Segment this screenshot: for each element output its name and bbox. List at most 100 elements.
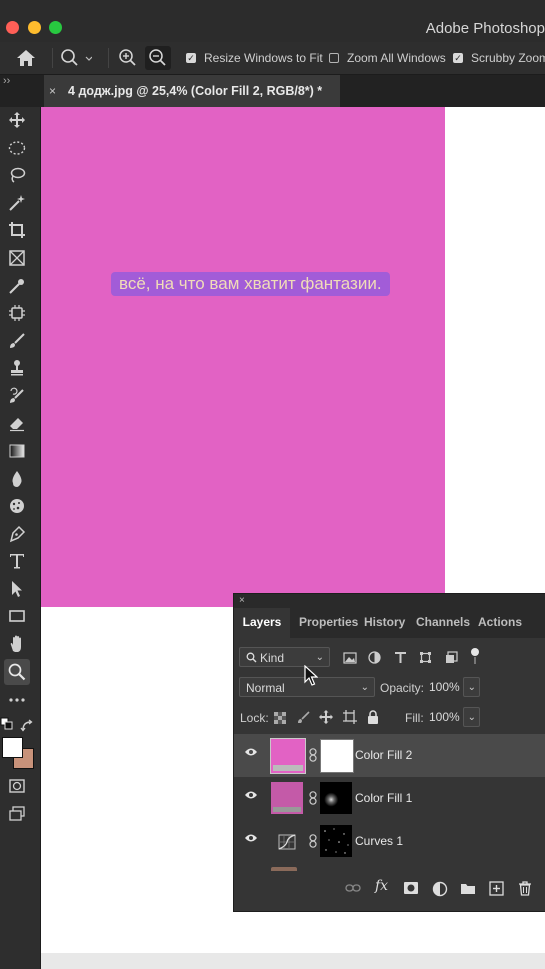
eyedropper-tool[interactable] bbox=[4, 273, 30, 299]
new-layer-icon[interactable] bbox=[489, 881, 504, 896]
rectangle-tool[interactable] bbox=[4, 603, 30, 629]
edit-toolbar-button[interactable] bbox=[4, 687, 30, 713]
layer-row-color-fill-2[interactable]: Color Fill 2 bbox=[234, 734, 545, 777]
adjustment-layer-filter-icon[interactable] bbox=[368, 651, 381, 664]
layer-row-color-fill-1[interactable]: Color Fill 1 bbox=[234, 777, 545, 820]
bottom-strip bbox=[0, 953, 545, 969]
zoom-tool-preset-picker[interactable] bbox=[60, 42, 92, 74]
path-selection-tool[interactable] bbox=[4, 576, 30, 602]
gradient-tool[interactable] bbox=[4, 438, 30, 464]
filter-kind-dropdown[interactable]: Kind ⌄ bbox=[239, 647, 330, 667]
window-close-button[interactable] bbox=[6, 21, 19, 34]
link-chain-icon[interactable] bbox=[309, 791, 317, 805]
lock-pixels-icon[interactable] bbox=[297, 711, 310, 724]
chevron-down-icon: ⌄ bbox=[360, 682, 369, 693]
history-brush-tool[interactable] bbox=[4, 383, 30, 409]
collapse-toolbar-icon[interactable]: ›› bbox=[3, 75, 10, 87]
layer-row-curves-1[interactable]: Curves 1 bbox=[234, 820, 545, 863]
new-group-folder-icon[interactable] bbox=[460, 881, 476, 895]
blur-icon bbox=[12, 471, 22, 487]
link-layers-icon[interactable] bbox=[345, 881, 361, 895]
add-mask-icon[interactable] bbox=[403, 881, 419, 895]
magic-wand-icon bbox=[9, 195, 25, 211]
pixel-layer-filter-icon[interactable] bbox=[343, 652, 357, 664]
tab-channels[interactable]: Channels bbox=[416, 608, 470, 638]
scrubby-zoom-label: Scrubby Zoom bbox=[471, 51, 545, 65]
default-colors-icon bbox=[0, 717, 13, 730]
hand-tool[interactable] bbox=[4, 631, 30, 657]
delete-layer-trash-icon[interactable] bbox=[518, 881, 532, 896]
opacity-field[interactable]: 100% bbox=[427, 677, 463, 697]
opacity-slider-button[interactable]: ⌄ bbox=[463, 677, 480, 697]
visibility-eye-icon[interactable] bbox=[244, 833, 258, 843]
type-tool[interactable] bbox=[4, 548, 30, 574]
document-canvas[interactable] bbox=[41, 107, 445, 607]
fill-value: 100% bbox=[429, 710, 460, 724]
foreground-color-swatch[interactable] bbox=[2, 737, 23, 758]
fill-slider-button[interactable]: ⌄ bbox=[463, 707, 480, 727]
layer-mask-thumbnail[interactable] bbox=[320, 825, 352, 857]
tab-history[interactable]: History bbox=[364, 608, 405, 638]
eraser-tool[interactable] bbox=[4, 410, 30, 436]
marquee-tool[interactable] bbox=[4, 135, 30, 161]
filter-toggle-icon[interactable] bbox=[470, 647, 480, 665]
frame-tool[interactable] bbox=[4, 245, 30, 271]
resize-windows-checkbox[interactable]: ✓ Resize Windows to Fit bbox=[186, 42, 323, 74]
tab-layers[interactable]: Layers bbox=[234, 608, 290, 638]
default-colors-swap[interactable] bbox=[0, 717, 40, 739]
type-layer-filter-icon[interactable] bbox=[394, 651, 407, 664]
close-tab-icon[interactable]: × bbox=[49, 84, 56, 98]
layers-panel: × Layers Properties History Channels Act… bbox=[233, 593, 545, 912]
sponge-tool[interactable] bbox=[4, 493, 30, 519]
smart-object-filter-icon[interactable] bbox=[445, 651, 458, 664]
zoom-in-button[interactable] bbox=[118, 42, 138, 74]
lock-transparent-icon[interactable] bbox=[274, 712, 286, 724]
zoom-out-button[interactable] bbox=[145, 46, 171, 70]
lock-position-icon[interactable] bbox=[319, 710, 333, 724]
zoom-all-windows-label: Zoom All Windows bbox=[347, 51, 446, 65]
move-tool[interactable] bbox=[4, 107, 30, 133]
window-zoom-button[interactable] bbox=[49, 21, 62, 34]
healing-brush-tool[interactable] bbox=[4, 300, 30, 326]
frame-icon bbox=[9, 250, 25, 266]
lock-artboard-icon[interactable] bbox=[343, 710, 357, 724]
zoom-out-icon bbox=[149, 49, 166, 66]
close-panel-icon[interactable]: × bbox=[239, 594, 245, 608]
quick-mask-button[interactable] bbox=[4, 773, 30, 799]
history-brush-icon bbox=[10, 387, 24, 403]
layer-mask-thumbnail[interactable] bbox=[320, 782, 352, 814]
link-chain-icon[interactable] bbox=[309, 748, 317, 762]
fx-icon[interactable]: fx bbox=[375, 878, 388, 894]
clone-stamp-tool[interactable] bbox=[4, 355, 30, 381]
visibility-eye-icon[interactable] bbox=[244, 747, 258, 757]
crop-tool[interactable] bbox=[4, 217, 30, 243]
rectangle-icon bbox=[9, 610, 25, 622]
lock-all-icon[interactable] bbox=[367, 710, 379, 724]
blur-tool[interactable] bbox=[4, 466, 30, 492]
more-icon bbox=[9, 698, 25, 702]
tab-properties[interactable]: Properties bbox=[299, 608, 358, 638]
zoom-tool[interactable] bbox=[4, 659, 30, 685]
scrubby-zoom-checkbox[interactable]: ✓ Scrubby Zoom bbox=[453, 42, 545, 74]
pen-tool[interactable] bbox=[4, 521, 30, 547]
link-chain-icon[interactable] bbox=[309, 834, 317, 848]
layer-thumbnail bbox=[270, 738, 306, 774]
document-tab[interactable]: × 4 додж.jpg @ 25,4% (Color Fill 2, RGB/… bbox=[44, 75, 340, 107]
fill-field[interactable]: 100% bbox=[427, 707, 463, 727]
adjustment-layer-icon[interactable] bbox=[432, 881, 448, 897]
layer-mask-thumbnail[interactable] bbox=[320, 739, 354, 773]
brush-tool[interactable] bbox=[4, 328, 30, 354]
screen-mode-button[interactable] bbox=[4, 801, 30, 827]
checkmark-icon: ✓ bbox=[453, 53, 463, 63]
window-minimize-button[interactable] bbox=[28, 21, 41, 34]
shape-layer-filter-icon[interactable] bbox=[419, 651, 432, 664]
magic-wand-tool[interactable] bbox=[4, 190, 30, 216]
mouse-pointer-icon bbox=[304, 665, 318, 686]
visibility-eye-icon[interactable] bbox=[244, 790, 258, 800]
chevron-down-icon: ⌄ bbox=[467, 682, 476, 693]
lasso-tool[interactable] bbox=[4, 162, 30, 188]
zoom-all-windows-checkbox[interactable]: Zoom All Windows bbox=[329, 42, 446, 74]
home-button[interactable] bbox=[16, 42, 36, 74]
panel-header: × bbox=[234, 594, 545, 608]
tab-actions[interactable]: Actions bbox=[478, 608, 522, 638]
